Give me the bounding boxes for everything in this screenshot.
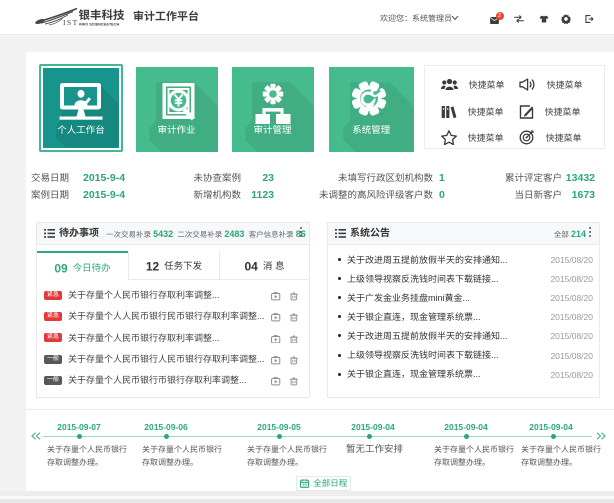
svg-text:23: 23 bbox=[302, 483, 307, 488]
